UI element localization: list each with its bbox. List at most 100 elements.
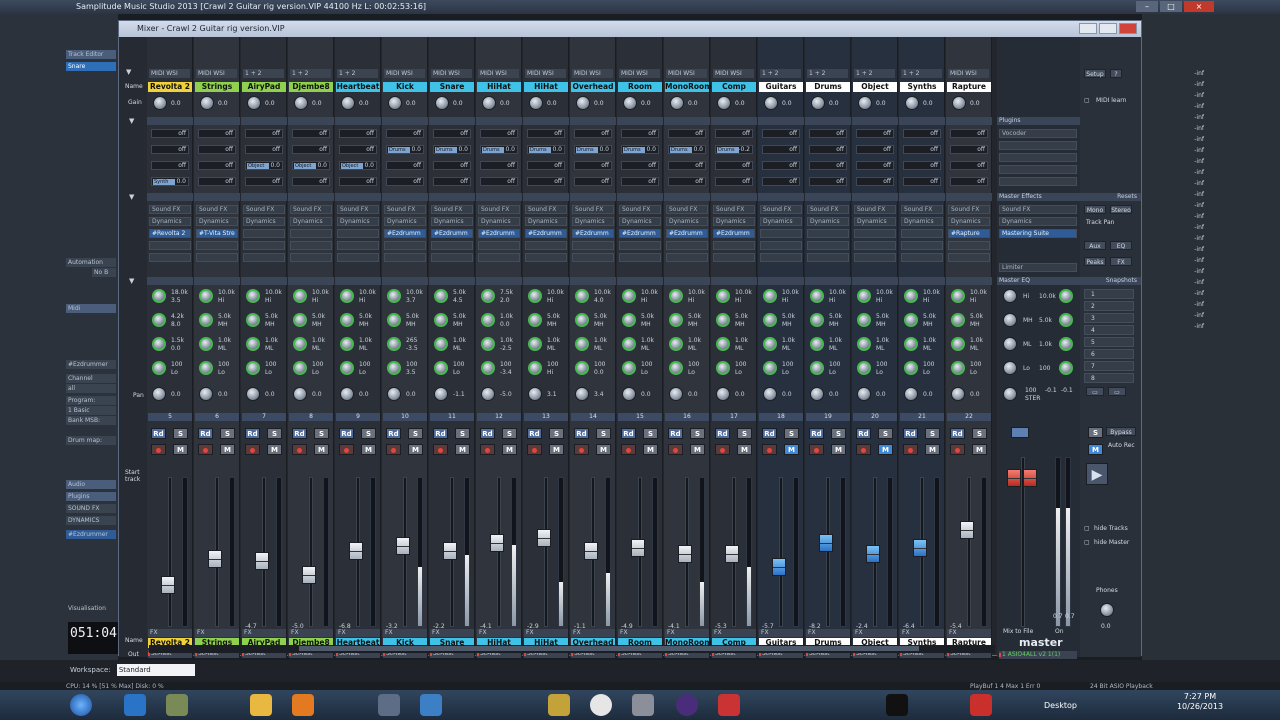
volume-fader[interactable] [490, 534, 504, 552]
insert-slot-empty[interactable] [384, 253, 426, 262]
gain-knob[interactable] [529, 96, 543, 110]
aux-send-slot[interactable]: off [386, 177, 424, 186]
pan-knob[interactable] [152, 387, 166, 401]
eq-band-knob[interactable] [481, 313, 495, 327]
maximize-button[interactable]: □ [1160, 1, 1182, 12]
master-fader-left[interactable] [1007, 469, 1021, 487]
read-automation-button[interactable]: Rd [480, 428, 495, 439]
dynamics-slot[interactable]: DYNAMICS [66, 516, 116, 525]
app-icon-7[interactable] [718, 694, 740, 716]
eq-reset-button[interactable]: EQ [1110, 241, 1132, 250]
mute-button[interactable]: M [361, 444, 376, 455]
mute-button[interactable]: M [173, 444, 188, 455]
no-b-button[interactable]: No B [92, 268, 116, 277]
aux-send-slot[interactable]: off [950, 161, 988, 170]
master-eq-gain-knob[interactable] [1059, 289, 1073, 303]
mute-button[interactable]: M [925, 444, 940, 455]
eq-band-knob[interactable] [810, 289, 824, 303]
aux-send-slot[interactable]: off [715, 129, 753, 138]
read-automation-button[interactable]: Rd [668, 428, 683, 439]
mute-button[interactable]: M [596, 444, 611, 455]
channel-name[interactable]: Guitars [759, 82, 803, 92]
insert-slot-sound-fx[interactable]: Sound FX [901, 205, 943, 214]
fx-select[interactable]: FX [524, 629, 568, 637]
master-solo-button[interactable]: S [1088, 427, 1103, 438]
aux-send-slot[interactable]: off [527, 177, 565, 186]
aux-send-slot[interactable]: off [856, 129, 894, 138]
fx-select[interactable]: FX [383, 629, 427, 637]
eq-band-knob[interactable] [340, 337, 354, 351]
aux-send-slot[interactable]: off [856, 177, 894, 186]
fx-select[interactable]: FX [571, 629, 615, 637]
channel-name[interactable]: Comp [712, 82, 756, 92]
program-select[interactable]: 1 Basic [66, 406, 116, 415]
insert-slot-sound-fx[interactable]: Sound FX [525, 205, 567, 214]
insert-slot-sound-fx[interactable]: Sound FX [713, 205, 755, 214]
insert-slot-empty[interactable] [478, 253, 520, 262]
solo-button[interactable]: S [972, 428, 987, 439]
read-automation-button[interactable]: Rd [856, 428, 871, 439]
solo-button[interactable]: S [455, 428, 470, 439]
samplitude-icon[interactable] [632, 694, 654, 716]
aux-send-slot[interactable]: off [574, 177, 612, 186]
eq-band-knob[interactable] [951, 289, 965, 303]
aux-send-slot[interactable]: off [903, 161, 941, 170]
stereo-button[interactable]: Stereo [1110, 205, 1132, 214]
insert-slot-dynamics[interactable]: Dynamics [478, 217, 520, 226]
mixer-close-button[interactable] [1119, 23, 1137, 34]
insert-slot-dynamics[interactable]: Dynamics [807, 217, 849, 226]
insert-slot-dynamics[interactable]: Dynamics [196, 217, 238, 226]
solo-button[interactable]: S [267, 428, 282, 439]
channel-name[interactable]: Snare [430, 82, 474, 92]
eq-band-knob[interactable] [340, 313, 354, 327]
volume-fader[interactable] [302, 566, 316, 584]
input-select[interactable]: MIDI WSI [713, 69, 754, 78]
insert-slot-plugin[interactable]: #Ezdrumm [384, 229, 426, 238]
plugin-slot-2[interactable] [999, 141, 1077, 150]
eq-band-knob[interactable] [669, 361, 683, 375]
channel-name[interactable]: Room [618, 82, 662, 92]
aux-send-slot[interactable]: off [621, 161, 659, 170]
aux-send-slot[interactable]: off [715, 161, 753, 170]
eq-band-knob[interactable] [434, 289, 448, 303]
eq-band-knob[interactable] [199, 289, 213, 303]
master-fader-right[interactable] [1023, 469, 1037, 487]
eq-band-knob[interactable] [857, 337, 871, 351]
input-select[interactable]: MIDI WSI [619, 69, 660, 78]
read-automation-button[interactable]: Rd [245, 428, 260, 439]
aux-send-slot[interactable]: off [856, 145, 894, 154]
aux-send-slot[interactable]: off [480, 129, 518, 138]
aux-send-slot[interactable]: 0.0 Synth [151, 177, 189, 186]
snapshot-slot[interactable]: 5 [1084, 337, 1134, 347]
eq-band-knob[interactable] [528, 313, 542, 327]
insert-slot-sound-fx[interactable]: Sound FX [149, 205, 191, 214]
mixer-minimize-button[interactable] [1079, 23, 1097, 34]
snapshot-slot[interactable]: 7 [1084, 361, 1134, 371]
sound-fx-slot[interactable]: SOUND FX [66, 504, 116, 513]
eq-band-knob[interactable] [293, 361, 307, 375]
insert-slot-empty[interactable] [619, 253, 661, 262]
app-icon-1[interactable] [166, 694, 188, 716]
solo-button[interactable]: S [220, 428, 235, 439]
snapshot-folder-button[interactable]: ▭ [1086, 387, 1104, 396]
app-icon-9[interactable] [970, 694, 992, 716]
input-select[interactable]: MIDI WSI [572, 69, 613, 78]
volume-fader[interactable] [725, 545, 739, 563]
pan-knob[interactable] [951, 387, 965, 401]
eq-band-knob[interactable] [434, 313, 448, 327]
aux-send-slot[interactable]: off [151, 161, 189, 170]
insert-slot-dynamics[interactable]: Dynamics [149, 217, 191, 226]
insert-slot-plugin[interactable] [760, 229, 802, 238]
snapshot-slot[interactable]: 6 [1084, 349, 1134, 359]
fx-select[interactable]: FX [947, 629, 991, 637]
solo-button[interactable]: S [643, 428, 658, 439]
input-select[interactable]: 1 + 2 [243, 69, 284, 78]
insert-slot-plugin[interactable]: #Ezdrumm [525, 229, 567, 238]
eq-band-knob[interactable] [669, 313, 683, 327]
media-icon[interactable] [292, 694, 314, 716]
channel-name[interactable]: Strings [195, 82, 239, 92]
aux-send-slot[interactable]: off [339, 177, 377, 186]
solo-button[interactable]: S [596, 428, 611, 439]
mixer-scrollbar[interactable] [149, 645, 995, 653]
insert-slot-dynamics[interactable]: Dynamics [854, 217, 896, 226]
